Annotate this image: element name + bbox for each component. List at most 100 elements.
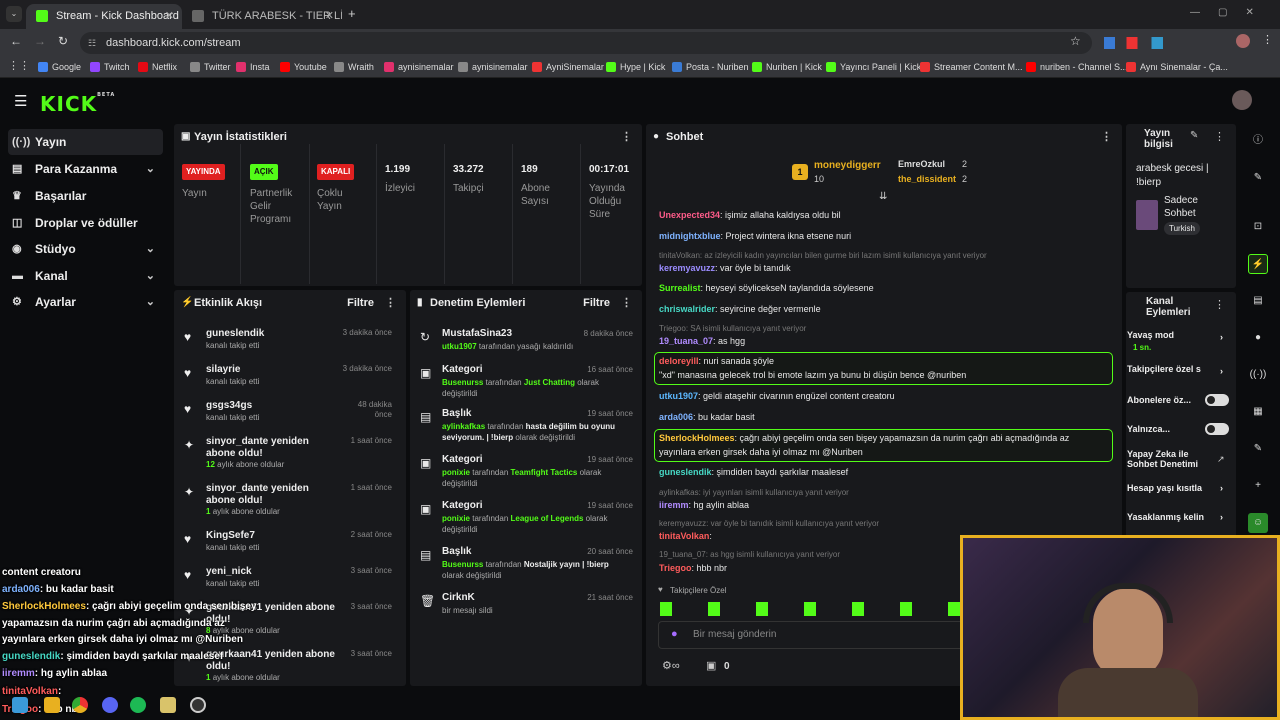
settings-icon[interactable]: ⚙∞ (662, 659, 680, 672)
bookmark-item[interactable]: Twitter (190, 56, 231, 78)
mod-user[interactable]: aylinkafkas (442, 422, 485, 431)
more-icon[interactable]: ⋮ (621, 290, 632, 316)
new-tab-button[interactable]: + (348, 6, 356, 21)
sidebar-item-studyo[interactable]: ◉ Stüdyo ⌄ (8, 236, 163, 262)
tab-kick-dashboard[interactable]: Stream - Kick Dashboard ✕ (26, 4, 182, 29)
banned-words-button[interactable]: Yasaklanmış kelin › (1127, 512, 1237, 522)
discord-icon[interactable] (102, 697, 118, 713)
reload-icon[interactable]: ↻ (58, 34, 68, 48)
back-icon[interactable]: ← (10, 34, 22, 48)
subs-only-toggle[interactable] (1205, 394, 1229, 406)
chat-username[interactable]: 19_tuana_07 (659, 336, 713, 346)
url-field[interactable]: ☷ dashboard.kick.com/stream (80, 32, 1092, 54)
chat-username[interactable]: tinitaVolkan (659, 531, 709, 541)
mod-user[interactable]: Busenurss (442, 378, 483, 387)
chat-username[interactable]: iiremm (659, 500, 689, 510)
info-icon[interactable]: ⓘ (1248, 131, 1268, 151)
document-icon[interactable]: ▤ (1248, 291, 1268, 311)
bookmark-item[interactable]: Streamer Content M... (920, 56, 1023, 78)
close-tab-icon[interactable]: ✕ (325, 4, 334, 29)
gifter-2-name[interactable]: EmreOzkul (898, 159, 945, 169)
bookmark-item[interactable]: Posta - Nuriben (672, 56, 749, 78)
bookmark-item[interactable]: nuriben - Channel S... (1026, 56, 1128, 78)
mod-user[interactable]: ponixie (442, 468, 470, 477)
followers-only-button[interactable]: Takipçilere özel s › (1127, 364, 1237, 376)
ai-moderation-button[interactable]: Yapay Zeka ile Sohbet Denetimi (1127, 449, 1215, 469)
bookmark-item[interactable]: aynisinemalar (458, 56, 528, 78)
chat-username[interactable]: Triegoo (659, 563, 692, 573)
tab-list-button[interactable]: ⌄ (6, 6, 22, 22)
bookmark-item[interactable]: AyniSinemalar (532, 56, 604, 78)
tab-tierlist[interactable]: TÜRK ARABESK - TIER LİST - Tie ✕ (182, 4, 342, 29)
app-icon[interactable] (160, 697, 176, 713)
more-icon[interactable]: ⋮ (1214, 130, 1225, 143)
filter-button[interactable]: Filtre (347, 290, 374, 316)
chat-username[interactable]: guneslendik (659, 467, 712, 477)
slow-mode-button[interactable]: Yavaş mod › (1127, 330, 1237, 342)
chat-username[interactable]: chriswalrider (659, 304, 715, 314)
emote-row[interactable] (660, 602, 960, 616)
chat-username[interactable]: Surrealist (659, 283, 701, 293)
bookmark-item[interactable]: Twitch (90, 56, 130, 78)
more-icon[interactable]: ⋮ (1214, 298, 1225, 311)
more-icon[interactable]: ⋮ (621, 124, 632, 150)
chat-icon[interactable]: ● (1248, 328, 1268, 348)
windows-start-icon[interactable] (12, 697, 28, 713)
expand-icon[interactable]: ⇊ (879, 191, 887, 202)
mod-user[interactable]: ponixie (442, 514, 470, 523)
bookmark-item[interactable]: Youtube (280, 56, 327, 78)
account-age-button[interactable]: Hesap yaşı kısıtla › (1127, 483, 1237, 493)
crop-icon[interactable]: ⊡ (1248, 217, 1268, 237)
bookmark-item[interactable]: Google (38, 56, 81, 78)
sidebar-item-ayarlar[interactable]: ⚙ Ayarlar ⌄ (8, 289, 163, 315)
bookmark-item[interactable]: Nuriben | Kick (752, 56, 822, 78)
sidebar-item-droplar[interactable]: ◫ Droplar ve ödüller (8, 210, 163, 236)
chat-username[interactable]: Unexpected34 (659, 210, 720, 220)
chat-username[interactable]: arda006 (659, 412, 693, 422)
edit-icon[interactable]: ✎ (1190, 130, 1198, 141)
kick-logo[interactable]: KICKBETA (40, 92, 115, 116)
bookmark-item[interactable]: Yayıncı Paneli | Kick (826, 56, 921, 78)
bookmark-item[interactable]: Aynı Sinemalar - Ça... (1126, 56, 1228, 78)
profile-avatar-icon[interactable] (1236, 34, 1250, 48)
emote-icon[interactable]: ☺ (1248, 513, 1268, 533)
bookmark-item[interactable]: Wraith (334, 56, 374, 78)
sidebar-item-yayin[interactable]: ((·)) Yayın (8, 129, 163, 155)
mod-user[interactable]: Busenurss (442, 560, 483, 569)
sidebar-item-para-kazanma[interactable]: ▤ Para Kazanma ⌄ (8, 156, 163, 182)
sidebar-item-kanal[interactable]: ▬ Kanal ⌄ (8, 263, 163, 289)
pencil-icon[interactable]: ✎ (1248, 168, 1268, 188)
emote-only-toggle[interactable] (1205, 423, 1229, 435)
mod-user[interactable]: utku1907 (442, 342, 477, 351)
more-icon[interactable]: ⋮ (1101, 124, 1112, 150)
plus-icon[interactable]: + (1248, 476, 1268, 496)
more-icon[interactable]: ⋮ (385, 290, 396, 316)
gifter-3-name[interactable]: the_dissident (898, 174, 956, 184)
forward-icon[interactable]: → (34, 34, 46, 48)
spotify-icon[interactable] (130, 697, 146, 713)
store-icon[interactable]: ▦ (1248, 402, 1268, 422)
wrench-icon[interactable]: ✎ (1248, 439, 1268, 459)
folder-icon[interactable] (44, 697, 60, 713)
chat-username[interactable]: utku1907 (659, 391, 698, 401)
chat-username[interactable]: SherlockHolmees (659, 433, 735, 443)
close-tab-icon[interactable]: ✕ (165, 4, 174, 29)
lightning-icon[interactable]: ⚡ (1248, 254, 1268, 274)
bookmark-star-icon[interactable]: ☆ (1070, 34, 1081, 48)
category-name[interactable]: Sadece Sohbet (1164, 194, 1224, 220)
gift-icon[interactable]: ▣ (706, 659, 716, 672)
bookmark-item[interactable]: aynisinemalar (384, 56, 454, 78)
bookmark-item[interactable]: Netflix (138, 56, 177, 78)
bookmark-item[interactable]: Hype | Kick (606, 56, 665, 78)
filter-button[interactable]: Filtre (583, 290, 610, 316)
hamburger-menu-icon[interactable]: ☰ (14, 92, 27, 110)
user-avatar[interactable] (1232, 90, 1252, 110)
bookmark-item[interactable]: Insta (236, 56, 270, 78)
top-gifter-name[interactable]: moneydiggerr (814, 160, 881, 171)
site-info-icon[interactable]: ☷ (88, 32, 96, 54)
browser-menu-icon[interactable]: ⋮ (1262, 33, 1273, 46)
apps-icon[interactable]: ⋮⋮ (8, 59, 30, 72)
chat-username[interactable]: keremyavuzz (659, 263, 715, 273)
chat-username[interactable]: deloreyill (659, 356, 699, 366)
chrome-icon[interactable] (72, 697, 88, 713)
